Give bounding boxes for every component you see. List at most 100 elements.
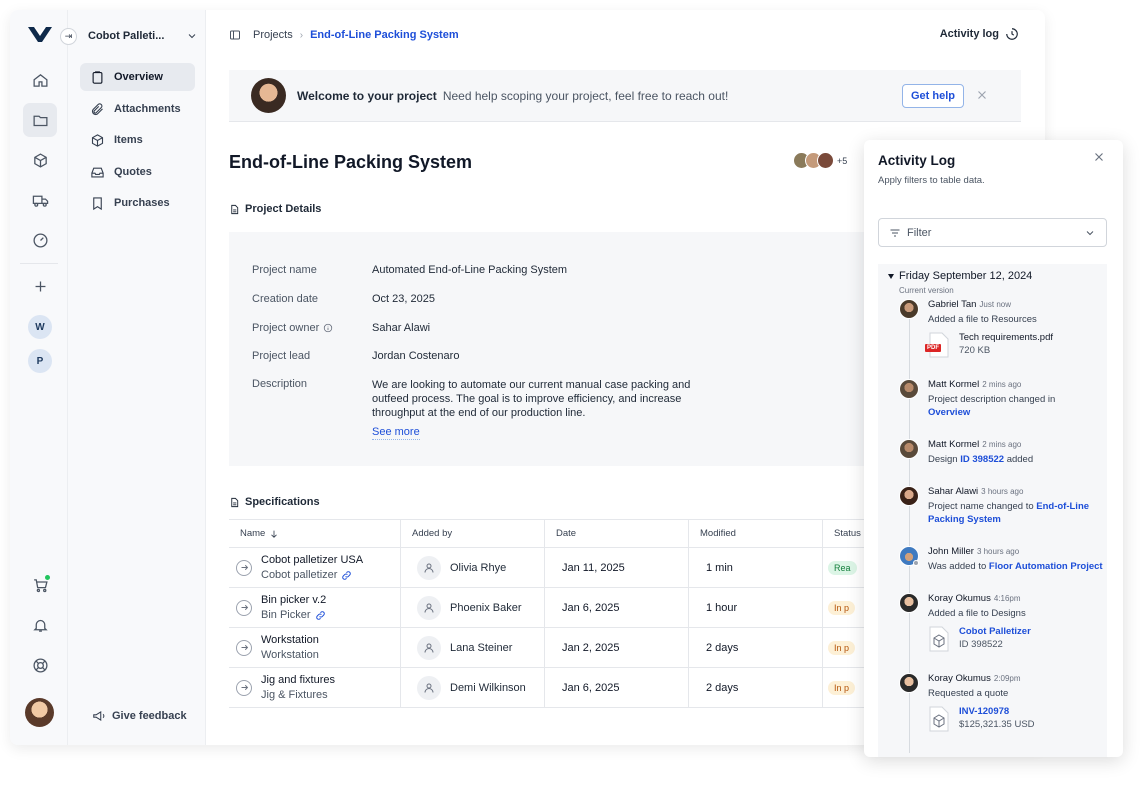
table-row[interactable]: Cobot palletizer USA Cobot palletizer Ol… [229,548,869,588]
file-attachment[interactable]: PDF Tech requirements.pdf 720 KB [925,332,1053,358]
avatar [899,439,919,459]
column-header-date[interactable]: Date [545,520,689,547]
entry-text: Added a file to Designs [928,608,1026,619]
filter-lines-icon [890,229,900,236]
home-icon[interactable] [23,63,57,97]
item-name: Workstation [261,634,319,646]
cube-icon [91,133,104,147]
nav-item-attachments[interactable]: Attachments [80,95,195,123]
entry-link[interactable]: Floor Automation Project [989,561,1103,572]
added-by-name: Olivia Rhye [450,561,507,574]
entry-time: 3 hours ago [976,547,1020,556]
breadcrumb-current[interactable]: End-of-Line Packing System [310,29,459,41]
workspace-p-avatar[interactable]: P [28,349,52,373]
entry-user: Gabriel Tan [928,299,977,310]
page-title: End-of-Line Packing System [229,152,473,172]
breadcrumb-projects[interactable]: Projects [253,29,293,41]
collapse-sidebar-icon[interactable]: ⇥ [60,28,77,45]
bell-icon[interactable] [23,608,57,642]
quote-attachment[interactable]: INV-120978 $125,321.35 USD [928,706,1035,732]
sidebar-toggle-icon[interactable] [229,29,241,41]
workspace-w-avatar[interactable]: W [28,315,52,339]
detail-key: Creation date [252,293,319,305]
feedback-label: Give feedback [112,710,187,722]
added-by-name: Lana Steiner [450,641,513,654]
arrow-right-circle-icon[interactable] [236,559,252,576]
avatar [899,486,919,506]
entry-text-part: Project description changed in [928,394,1056,405]
table-row[interactable]: Jig and fixtures Jig & Fixtures Demi Wil… [229,668,869,708]
activity-log-label: Activity log [939,28,999,40]
inbox-icon [91,167,104,177]
status-badge: In p [828,600,856,615]
activity-log-button[interactable]: Activity log [940,27,1019,41]
nav-item-purchases[interactable]: Purchases [80,189,195,217]
file-name: Cobot Palletizer [959,626,1031,637]
arrow-right-circle-icon[interactable] [236,639,252,656]
detail-value: Sahar Alawi [372,322,431,334]
get-help-button[interactable]: Get help [902,84,964,108]
name-block: Cobot palletizer USA Cobot palletizer [261,554,363,581]
pdf-file-icon: PDF [925,332,950,358]
logo-icon[interactable] [27,24,53,44]
entry-link[interactable]: ID 398522 [960,454,1004,465]
column-header-modified[interactable]: Modified [689,520,823,547]
status-badge: In p [828,680,856,695]
member-avatars[interactable]: +5 [793,152,847,169]
nav-item-items[interactable]: Items [80,126,195,154]
column-header-added-by[interactable]: Added by [401,520,545,547]
give-feedback-button[interactable]: Give feedback [92,709,187,723]
user-avatar[interactable] [25,698,54,727]
detail-key: Description [252,378,308,390]
column-header-status[interactable]: Status [823,520,869,547]
arrow-right-circle-icon[interactable] [236,599,252,616]
date-cell: Jan 6, 2025 [545,668,689,707]
detail-row-description: Description We are looking to automate o… [252,378,692,440]
support-icon[interactable] [23,648,57,682]
workspace-switcher[interactable]: Cobot Palleti... [88,27,198,45]
welcome-text: Need help scoping your project, feel fre… [442,88,729,103]
table-row[interactable]: Workstation Workstation Lana Steiner Jan… [229,628,869,668]
folder-icon[interactable] [23,103,57,137]
link-icon[interactable] [341,570,352,581]
date-cell: Jan 2, 2025 [545,628,689,667]
pdf-badge: PDF [925,344,941,352]
see-more-link[interactable]: See more [372,425,420,440]
close-icon[interactable] [1092,150,1106,164]
entry-link[interactable]: Overview [928,407,970,418]
gauge-icon[interactable] [23,223,57,257]
truck-icon[interactable] [23,183,57,217]
plus-icon[interactable] [23,269,57,303]
current-version-label: Current version [899,286,954,295]
table-row[interactable]: Bin picker v.2 Bin Picker Phoenix Baker … [229,588,869,628]
column-header-name[interactable]: Name [229,520,401,547]
status-cell: Rea [823,548,869,587]
added-by-cell: Lana Steiner [401,628,545,667]
info-icon[interactable] [323,323,333,333]
entry-text-part: added [1006,454,1034,465]
name-block: Bin picker v.2 Bin Picker [261,594,326,621]
cart-icon[interactable] [23,568,57,602]
arrow-right-circle-icon[interactable] [236,679,252,696]
member-count: +5 [837,155,848,166]
nav-label: Overview [114,71,163,83]
design-attachment[interactable]: Cobot Palletizer ID 398522 [928,626,1031,652]
entry-user: Koray Okumus [928,593,991,604]
nav-item-quotes[interactable]: Quotes [80,158,195,186]
file-name: INV-120978 [959,706,1010,717]
modified-cell: 2 days [689,628,823,667]
day-group-toggle[interactable]: Friday September 12, 2024 [888,270,1032,282]
detail-row-name: Project name Automated End-of-Line Packi… [252,263,692,277]
nav-label: Quotes [114,166,152,178]
nav-item-overview[interactable]: Overview [80,63,195,91]
cube-icon[interactable] [23,143,57,177]
detail-row-creation: Creation date Oct 23, 2025 [252,292,692,306]
activity-log-panel: Activity Log Apply filters to table data… [864,140,1123,757]
detail-value: We are looking to automate our current m… [372,379,691,419]
entry-user: Matt Kormel [928,379,980,390]
close-icon[interactable] [975,88,989,102]
filter-dropdown[interactable]: Filter [878,218,1107,247]
link-icon[interactable] [315,610,326,621]
avatar [899,299,919,319]
item-sub: Workstation [261,649,319,661]
